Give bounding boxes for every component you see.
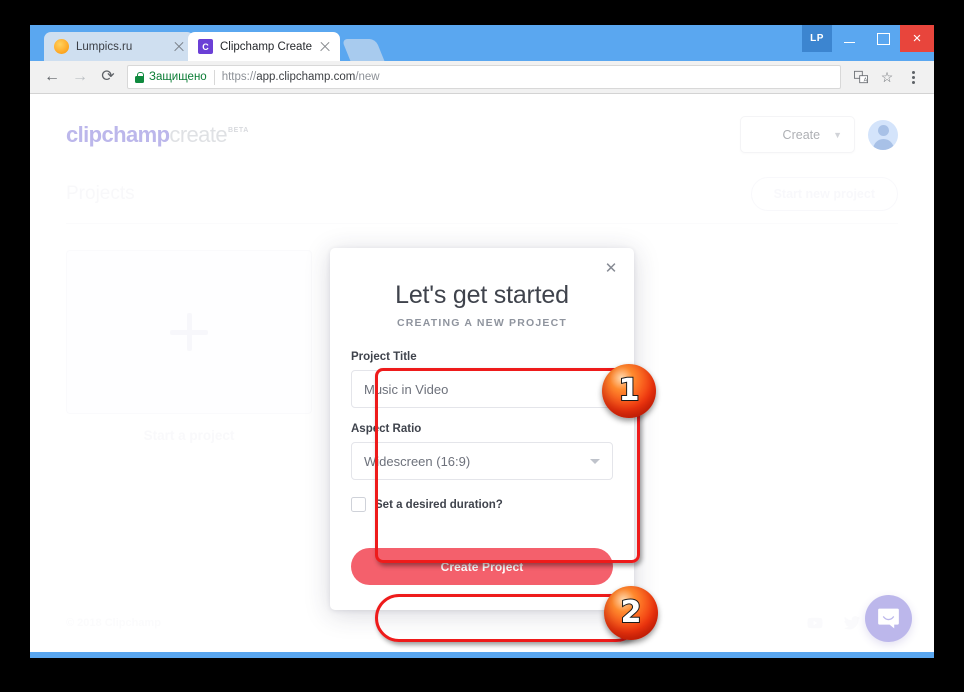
minimize-icon[interactable] [832,25,866,52]
duration-checkbox-label: Set a desired duration? [375,498,503,511]
url-host: app.clipchamp.com [256,71,356,83]
duration-checkbox[interactable] [351,497,366,512]
maximize-icon[interactable] [866,25,900,52]
bookmark-star-icon[interactable]: ☆ [875,65,899,89]
screenshot-root: Lumpics.ru C Clipchamp Create LP × ← → ⟳ [0,0,964,692]
url-path: /new [355,71,380,83]
new-project-modal: ✕ Let's get started CREATING A NEW PROJE… [330,248,634,610]
close-window-icon[interactable]: × [900,25,934,52]
tab-close-icon[interactable] [172,40,186,54]
clipchamp-favicon: C [198,39,213,54]
svg-text:A: A [864,77,868,83]
lastpass-badge[interactable]: LP [802,25,832,52]
window-caption-buttons: LP × [802,25,934,52]
annotation-badge-2: 2 [604,586,658,640]
browser-tab-lumpics[interactable]: Lumpics.ru [44,32,194,61]
new-project-form: Project Title Music in Video Aspect Rati… [351,351,613,512]
reload-icon[interactable]: ⟳ [95,64,121,90]
browser-tab-clipchamp[interactable]: C Clipchamp Create [188,32,341,61]
tab-close-icon[interactable] [318,40,332,54]
aspect-ratio-label: Aspect Ratio [351,423,422,435]
secure-label: Защищено [149,71,207,83]
browser-toolbar: ← → ⟳ Защищено https://app.clipchamp.com… [30,61,934,94]
browser-tabstrip: Lumpics.ru C Clipchamp Create LP × [30,25,934,61]
browser-tab-title: Clipchamp Create [220,40,313,53]
forward-icon: → [72,68,88,85]
aspect-ratio-select[interactable]: Widescreen (16:9) [351,442,613,480]
url-scheme: https:// [221,71,257,83]
address-bar-url: https://app.clipchamp.com/new [222,71,380,83]
aspect-ratio-value: Widescreen (16:9) [364,453,471,469]
modal-subtitle: CREATING A NEW PROJECT [396,317,568,329]
duration-checkbox-row[interactable]: Set a desired duration? [351,497,613,512]
project-title-input[interactable]: Music in Video [351,370,613,408]
project-title-label: Project Title [351,351,417,363]
page-viewport: clipchampcreateBETA Create ▼ Projects [30,94,934,652]
browser-tab-title: Lumpics.ru [76,40,133,53]
lumpics-favicon [54,39,69,54]
back-icon[interactable]: ← [39,64,65,90]
lock-icon [135,71,144,83]
create-project-button[interactable]: Create Project [351,548,613,585]
browser-menu-icon[interactable] [901,65,925,89]
close-icon[interactable]: ✕ [603,261,619,277]
new-tab-button[interactable] [341,39,385,61]
address-bar[interactable]: Защищено https://app.clipchamp.com/new [127,65,841,89]
browser-window: Lumpics.ru C Clipchamp Create LP × ← → ⟳ [30,25,934,658]
chevron-down-icon [590,458,600,464]
translate-icon[interactable]: A [849,65,873,89]
annotation-badge-1: 1 [602,364,656,418]
modal-title: Let's get started [395,281,569,309]
omnibox-divider [213,69,215,85]
